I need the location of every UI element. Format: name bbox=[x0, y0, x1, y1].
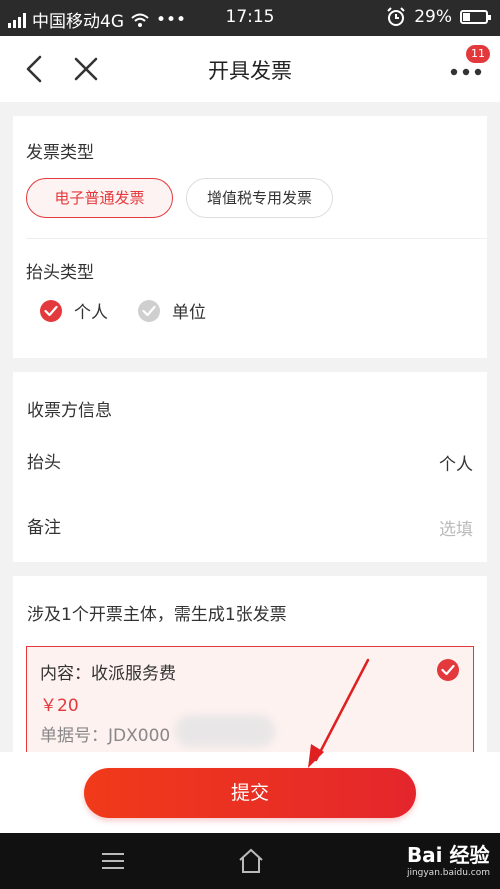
more-icon[interactable] bbox=[446, 60, 486, 84]
checked-icon[interactable] bbox=[437, 659, 459, 681]
battery-icon bbox=[460, 10, 491, 24]
invoice-title-value[interactable]: 个人 bbox=[439, 450, 473, 475]
item-amount: ￥20 bbox=[40, 696, 79, 716]
receiver-info-card: 收票方信息 抬头 个人 备注 选填 bbox=[13, 372, 487, 562]
divider bbox=[26, 238, 487, 239]
invoice-item[interactable]: 内容：收派服务费 ￥20 单据号：JDX000 bbox=[26, 646, 474, 766]
header-type-personal-radio[interactable]: 个人 bbox=[40, 298, 108, 323]
alarm-icon bbox=[387, 7, 405, 26]
redacted-blur bbox=[175, 715, 275, 747]
watermark-url: jingyan.baidu.com bbox=[406, 868, 490, 878]
item-content: 内容：收派服务费 bbox=[40, 664, 176, 684]
message-badge: 11 bbox=[466, 45, 490, 63]
nav-bar: 开具发票 11 bbox=[0, 36, 500, 102]
invoice-summary-card: 涉及1个开票主体，需生成1张发票 内容：收派服务费 ￥20 单据号：JDX000 bbox=[13, 576, 487, 766]
baidu-jingyan-watermark: Bai 经验 jingyan.baidu.com bbox=[407, 839, 490, 878]
summary-text: 涉及1个开票主体，需生成1张发票 bbox=[27, 605, 287, 625]
invoice-type-label: 发票类型 bbox=[26, 143, 94, 163]
status-bar: 中国移动4G ••• 17:15 29% bbox=[0, 0, 500, 36]
unchecked-icon bbox=[138, 299, 160, 322]
remark-label: 备注 bbox=[27, 518, 61, 538]
battery-percent: 29% bbox=[414, 7, 452, 27]
bottom-action-bar: 提交 bbox=[0, 752, 500, 833]
watermark-logo: Bai 经验 bbox=[406, 843, 490, 867]
menu-icon[interactable] bbox=[100, 851, 126, 871]
header-type-company-label: 单位 bbox=[172, 303, 206, 323]
submit-button[interactable]: 提交 bbox=[84, 768, 416, 818]
receiver-info-label: 收票方信息 bbox=[27, 401, 112, 421]
header-type-company-radio[interactable]: 单位 bbox=[138, 298, 206, 323]
invoice-title-label: 抬头 bbox=[27, 453, 61, 473]
system-nav-bar: Bai 经验 jingyan.baidu.com bbox=[0, 833, 500, 889]
remark-input[interactable]: 选填 bbox=[439, 515, 473, 540]
header-type-personal-label: 个人 bbox=[74, 303, 108, 323]
checked-icon bbox=[40, 299, 62, 322]
invoice-options-card: 发票类型 电子普通发票 增值税专用发票 抬头类型 个人 单位 bbox=[13, 116, 487, 358]
invoice-type-vat-button[interactable]: 增值税专用发票 bbox=[186, 178, 333, 218]
home-icon[interactable] bbox=[236, 847, 266, 875]
page-title: 开具发票 bbox=[208, 59, 292, 83]
item-doc-number: 单据号：JDX000 bbox=[40, 726, 171, 746]
invoice-type-electronic-button[interactable]: 电子普通发票 bbox=[26, 178, 173, 218]
header-type-label: 抬头类型 bbox=[26, 263, 94, 283]
